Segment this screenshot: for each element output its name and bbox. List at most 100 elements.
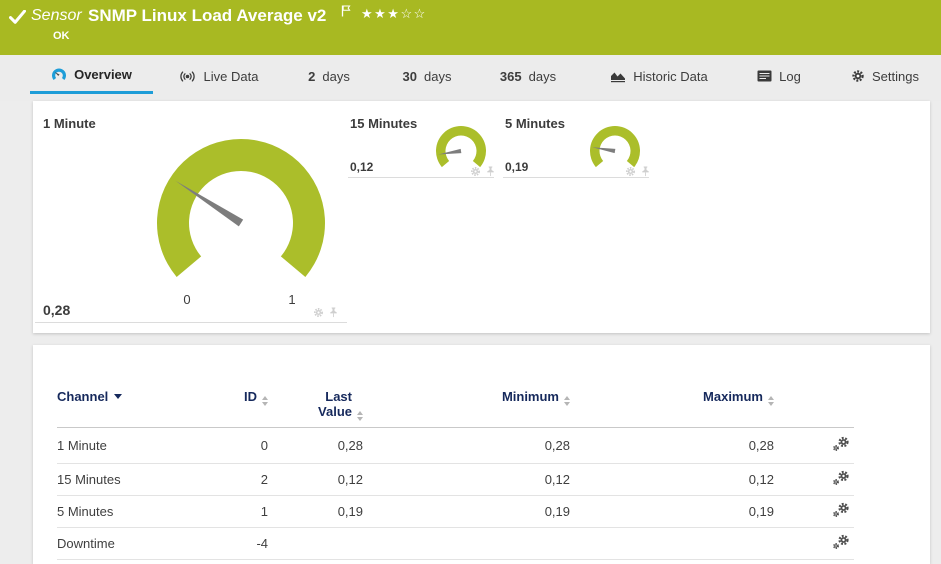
column-header-id[interactable]: ID [222, 381, 268, 428]
log-icon [757, 70, 772, 82]
table-row: 15 Minutes 2 0,12 0,12 0,12 [57, 464, 854, 496]
channel-name: 5 Minutes [57, 504, 114, 519]
column-header-minimum[interactable]: Minimum [363, 381, 570, 428]
column-label: ID [244, 389, 257, 404]
table-row: 5 Minutes 1 0,19 0,19 0,19 [57, 496, 854, 528]
historic-data-icon [611, 72, 626, 83]
tab-number: 30 [402, 68, 417, 84]
widget-toolbar [470, 166, 496, 177]
stars-empty: ☆☆ [400, 6, 427, 21]
table-row: Downtime -4 [57, 528, 854, 560]
column-label: Channel [57, 389, 109, 404]
channel-maximum [570, 528, 774, 560]
gear-icon[interactable] [470, 166, 481, 177]
pin-icon[interactable] [640, 166, 651, 177]
column-label: Last Value [318, 389, 352, 419]
widget-toolbar [313, 307, 339, 318]
channel-maximum: 0,12 [748, 472, 774, 487]
table-header-row: Channel ID Last Value Minimum Maximum [57, 381, 854, 428]
tab-365-days[interactable]: 365 days [490, 58, 566, 94]
gear-icon[interactable] [313, 307, 324, 318]
column-label: Maximum [703, 389, 763, 404]
channel-minimum: 0,12 [544, 472, 570, 487]
channel-minimum: 0,28 [544, 438, 570, 453]
flag-icon[interactable] [341, 5, 351, 17]
channel-minimum [363, 528, 570, 560]
channel-id: 1 [260, 504, 268, 519]
gauges-panel: 1 Minute 0 1 0,28 15 Minutes 0,12 5 Minu… [33, 101, 930, 333]
gauge-max-label: 1 [288, 292, 295, 307]
channels-panel: Channel ID Last Value Minimum Maximum 1 … [33, 345, 930, 564]
tab-label: Live Data [203, 68, 259, 84]
tab-label: days [424, 68, 452, 84]
sensor-header: Sensor SNMP Linux Load Average v2 ★★★☆☆ … [0, 0, 941, 55]
gauge-min-label: 0 [183, 292, 190, 307]
pin-icon[interactable] [485, 166, 496, 177]
widget-divider [348, 177, 494, 178]
tab-label: Historic Data [633, 68, 708, 84]
tab-number: 365 [499, 68, 522, 84]
gauge-title: 1 Minute [43, 116, 96, 131]
gauge-15-minutes [436, 125, 486, 168]
tab-log[interactable]: Log [750, 58, 808, 94]
gauge-1-minute: 0 1 [157, 138, 325, 307]
tab-label: days [528, 68, 557, 84]
widget-divider [35, 322, 347, 323]
gauge-title: 5 Minutes [505, 116, 565, 131]
priority-stars[interactable]: ★★★☆☆ [361, 6, 427, 22]
tab-overview[interactable]: Overview [30, 58, 153, 94]
tab-historic-data[interactable]: Historic Data [601, 58, 717, 94]
tab-live-data[interactable]: Live Data [168, 58, 268, 94]
column-header-maximum[interactable]: Maximum [570, 381, 774, 428]
channel-last-value: 0,28 [337, 438, 363, 453]
channel-id: -4 [256, 536, 268, 551]
tab-2-days[interactable]: 2 days [297, 58, 361, 94]
tab-label: Log [779, 68, 801, 84]
gear-icon[interactable] [625, 166, 636, 177]
pin-icon[interactable] [328, 307, 339, 318]
channel-id: 0 [260, 438, 268, 453]
sort-icon [564, 396, 570, 406]
channel-settings-icon[interactable] [832, 502, 850, 518]
tab-label: Settings [872, 68, 919, 84]
sensor-kind-label: Sensor [31, 7, 82, 24]
channel-name: Downtime [57, 536, 115, 551]
sensor-status-text: OK [53, 30, 70, 42]
channel-name: 1 Minute [57, 438, 107, 453]
column-header-actions [774, 381, 854, 428]
tab-30-days[interactable]: 30 days [392, 58, 462, 94]
tab-label: Overview [74, 67, 132, 82]
gauge-value: 0,19 [505, 160, 529, 174]
sort-icon [262, 396, 268, 406]
gauge-icon [52, 67, 67, 80]
channel-last-value [268, 528, 363, 560]
channel-minimum: 0,19 [544, 504, 570, 519]
channel-id: 2 [260, 472, 268, 487]
channel-last-value: 0,12 [337, 472, 363, 487]
column-header-last-value[interactable]: Last Value [268, 381, 363, 428]
channel-maximum: 0,19 [748, 504, 774, 519]
column-label: Minimum [501, 389, 559, 404]
tab-settings[interactable]: Settings [845, 58, 925, 94]
sort-desc-icon [114, 394, 123, 399]
sort-icon [357, 411, 363, 421]
column-header-channel[interactable]: Channel [57, 381, 222, 428]
widget-divider [503, 177, 649, 178]
channel-settings-icon[interactable] [832, 436, 850, 452]
gauge-5-minutes [590, 125, 640, 168]
sensor-title: SNMP Linux Load Average v2 [88, 6, 327, 25]
table-row: 1 Minute 0 0,28 0,28 0,28 [57, 428, 854, 464]
channel-settings-icon[interactable] [832, 534, 850, 550]
channel-settings-icon[interactable] [832, 470, 850, 486]
gear-icon [851, 69, 865, 83]
widget-toolbar [625, 166, 651, 177]
channel-last-value: 0,19 [337, 504, 363, 519]
sort-icon [768, 396, 774, 406]
channel-name: 15 Minutes [57, 472, 121, 487]
tab-label: days [322, 68, 350, 84]
gauge-value: 0,28 [43, 302, 71, 318]
stars-filled: ★★★ [361, 6, 401, 21]
channel-table: Channel ID Last Value Minimum Maximum 1 … [57, 381, 854, 560]
status-ok-check-icon [9, 10, 26, 24]
gauge-title: 15 Minutes [350, 116, 418, 131]
